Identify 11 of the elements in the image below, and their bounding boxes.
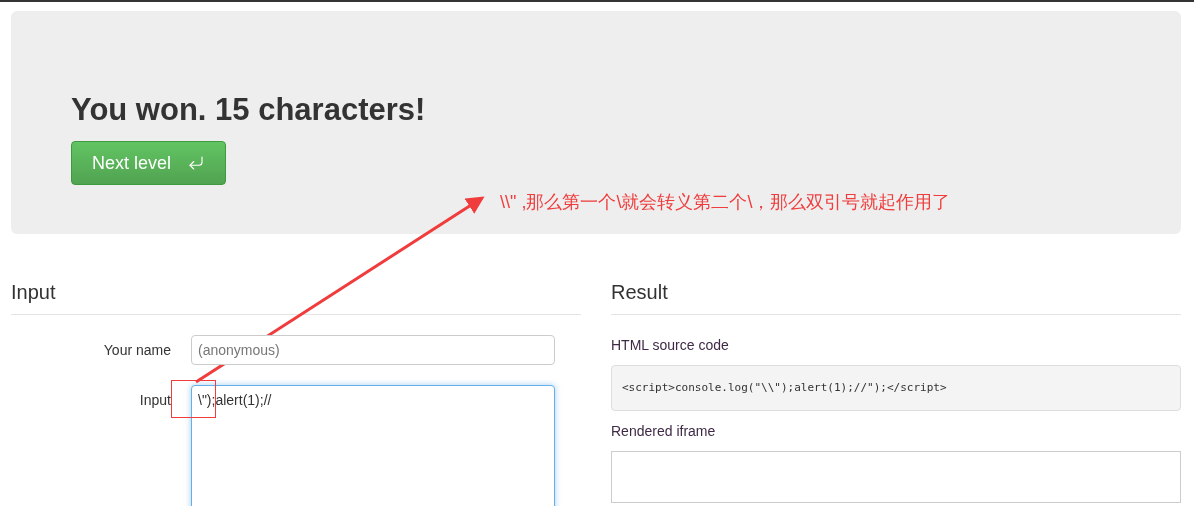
annotation-note: \\" ,那么第一个\就会转义第二个\，那么双引号就起作用了 [500,191,951,214]
section-heading: Input [11,278,581,315]
return-arrow-icon [187,154,206,172]
name-field[interactable]: (anonymous) [191,335,555,365]
iframe-label: Rendered iframe [611,422,717,441]
source-code-label: HTML source code [611,336,730,355]
source-code-block: <script>console.log("\\");alert(1);//");</script> [611,365,1181,411]
field-label: Your name [102,341,171,360]
win-title: You won. 15 characters! [71,91,427,129]
field-label: Input [138,391,171,410]
section-heading: Result [611,278,1181,315]
